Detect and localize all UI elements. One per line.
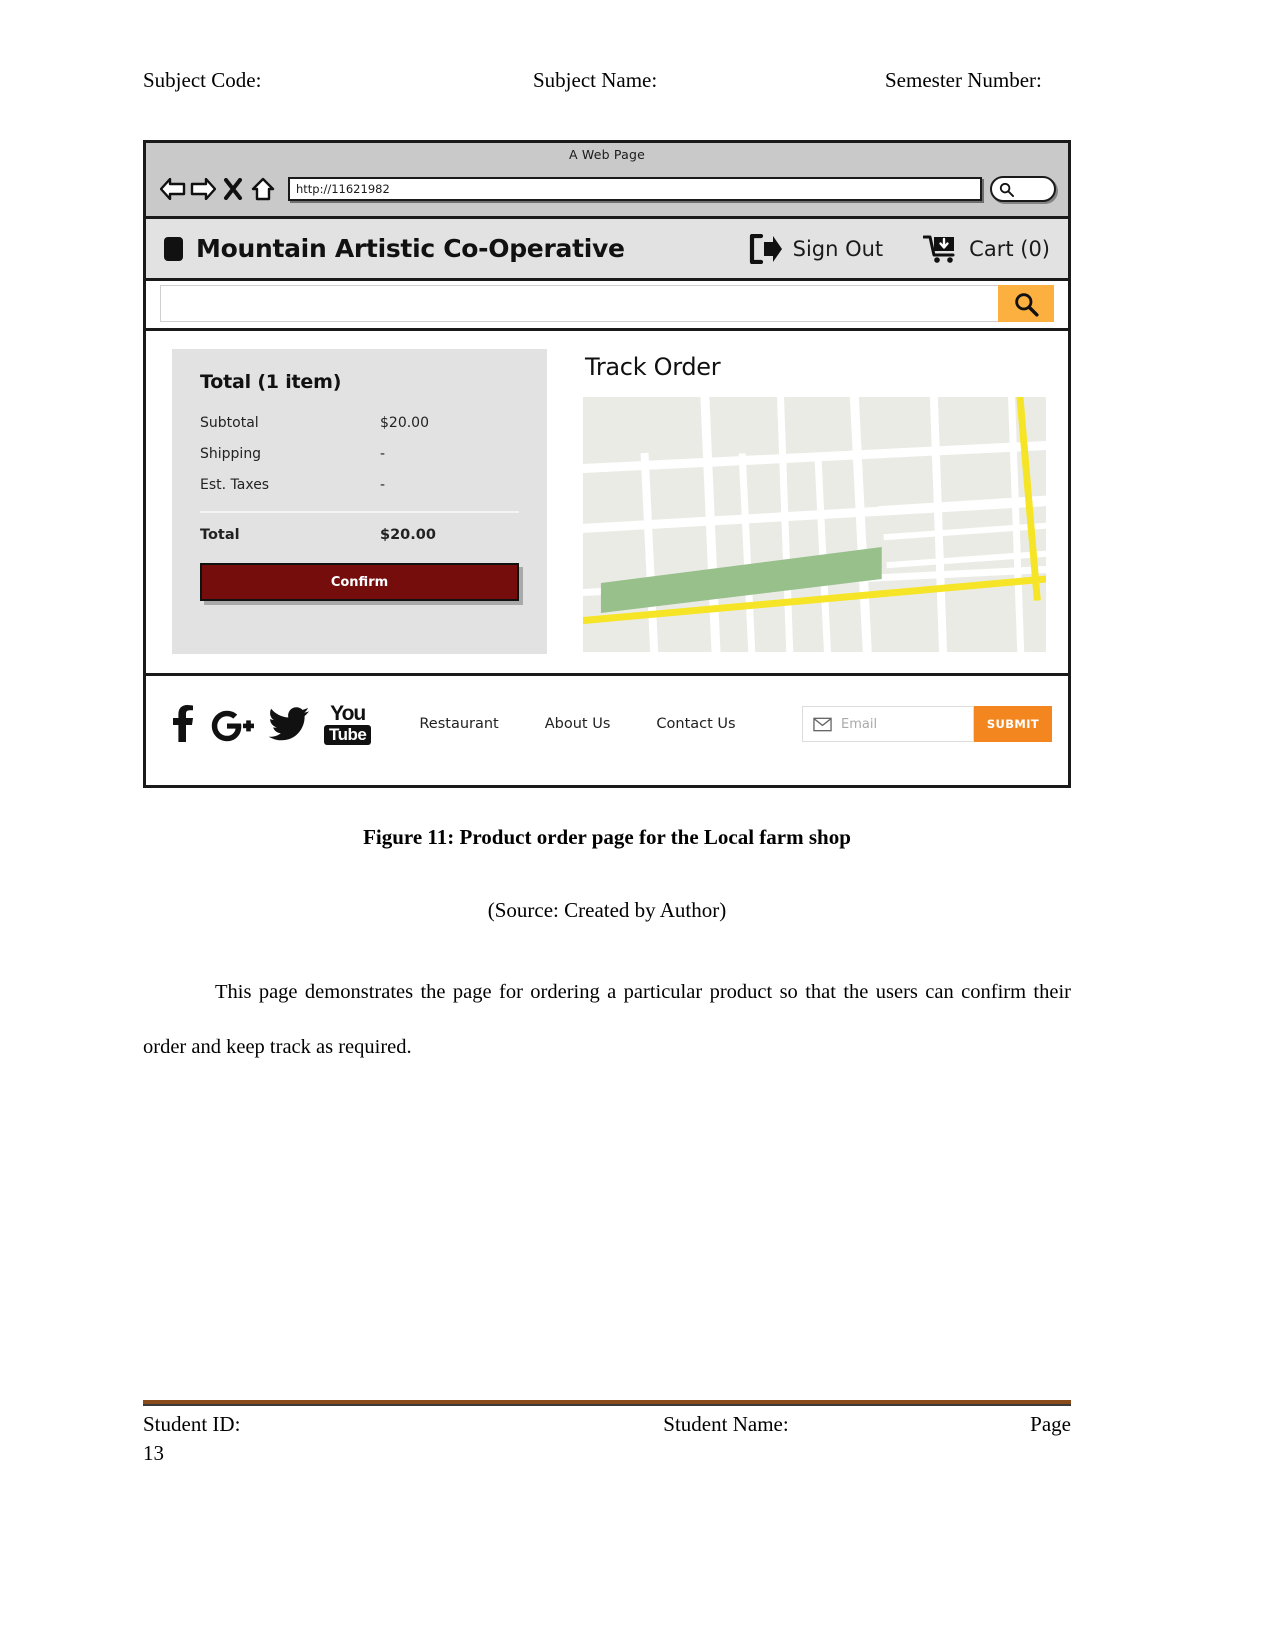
- track-order-title: Track Order: [585, 353, 721, 381]
- subject-code-label: Subject Code:: [143, 68, 262, 92]
- browser-search-box[interactable]: [990, 176, 1056, 202]
- email-field[interactable]: Email: [802, 706, 974, 742]
- back-arrow-icon[interactable]: [158, 174, 188, 204]
- summary-label: Est. Taxes: [200, 477, 270, 493]
- summary-total-label: Total: [200, 527, 240, 543]
- url-bar[interactable]: http://11621982: [288, 177, 982, 201]
- site-footer: You Tube Restaurant About Us Contact Us …: [146, 676, 1068, 772]
- cart-icon: [923, 235, 955, 263]
- sign-out-icon: [749, 233, 782, 264]
- social-links: You Tube: [168, 702, 372, 745]
- summary-total-value: $20.00: [380, 527, 436, 543]
- subject-name-label: Subject Name:: [533, 68, 658, 92]
- footer-link-contact-us[interactable]: Contact Us: [656, 716, 735, 732]
- google-plus-icon[interactable]: [210, 705, 254, 743]
- browser-window-title: A Web Page: [568, 147, 645, 162]
- facebook-icon[interactable]: [168, 705, 196, 743]
- youtube-label-bottom: Tube: [324, 725, 372, 745]
- figure-caption: Figure 11: Product order page for the Lo…: [363, 825, 851, 849]
- site-search-button[interactable]: [998, 285, 1054, 322]
- summary-label: Shipping: [200, 446, 262, 462]
- site-search-bar: [146, 281, 1068, 331]
- footer-link-restaurant[interactable]: Restaurant: [419, 716, 498, 732]
- home-icon[interactable]: [248, 174, 278, 204]
- summary-value: -: [380, 477, 386, 493]
- summary-row-subtotal: Subtotal $20.00: [200, 415, 519, 431]
- summary-row-shipping: Shipping -: [200, 446, 519, 462]
- email-placeholder: Email: [841, 716, 878, 732]
- semester-number-label: Semester Number:: [885, 68, 1042, 92]
- footer-rule-bottom: [143, 1404, 1071, 1406]
- page-number: 13: [143, 1441, 164, 1465]
- summary-label: Subtotal: [200, 415, 259, 431]
- summary-row-total: Total $20.00: [200, 527, 519, 543]
- newsletter-form: Email SUBMIT: [802, 706, 1052, 742]
- youtube-icon[interactable]: You Tube: [324, 702, 372, 745]
- search-icon: [1015, 292, 1039, 317]
- cart-button[interactable]: Cart (0): [923, 234, 1050, 264]
- summary-divider: [200, 511, 519, 513]
- student-id-label: Student ID:: [143, 1412, 241, 1436]
- page-label: Page: [1030, 1412, 1071, 1436]
- document-footer: Student ID: Student Name: Page: [143, 1412, 1071, 1437]
- track-order-map[interactable]: [583, 397, 1046, 652]
- track-order-section: Track Order: [547, 349, 1052, 673]
- confirm-button[interactable]: Confirm: [200, 563, 519, 601]
- summary-row-taxes: Est. Taxes -: [200, 477, 519, 493]
- body-paragraph: This page demonstrates the page for orde…: [143, 981, 1071, 1058]
- footer-links: Restaurant About Us Contact Us: [419, 716, 735, 732]
- student-name-label: Student Name:: [663, 1412, 789, 1436]
- order-summary-panel: Total (1 item) Subtotal $20.00 Shipping …: [172, 349, 547, 654]
- url-text: http://11621982: [296, 182, 390, 196]
- browser-chrome: A Web Page http://11621982: [146, 143, 1068, 219]
- site-header: Mountain Artistic Co-Operative Sign Out …: [146, 219, 1068, 281]
- envelope-icon: [813, 717, 832, 731]
- brand-title: Mountain Artistic Co-Operative: [196, 234, 625, 263]
- browser-wireframe: A Web Page http://11621982 Mountain Arti…: [143, 140, 1071, 788]
- site-search-input[interactable]: [160, 285, 998, 322]
- sign-out-button[interactable]: Sign Out: [749, 233, 884, 264]
- order-summary-title: Total (1 item): [200, 371, 342, 393]
- summary-value: $20.00: [380, 415, 429, 431]
- twitter-icon[interactable]: [268, 706, 310, 742]
- document-header: Subject Code: Subject Name: Semester Num…: [143, 68, 1071, 93]
- youtube-label-top: You: [330, 702, 366, 725]
- page-content: Total (1 item) Subtotal $20.00 Shipping …: [146, 331, 1068, 676]
- map-graphic: [583, 397, 1046, 652]
- summary-value: -: [380, 446, 386, 462]
- cart-label: Cart (0): [969, 236, 1050, 261]
- footer-link-about-us[interactable]: About Us: [545, 716, 611, 732]
- close-x-icon[interactable]: [218, 174, 248, 204]
- brand-logo-icon: [164, 236, 183, 261]
- forward-arrow-icon[interactable]: [188, 174, 218, 204]
- submit-button[interactable]: SUBMIT: [974, 706, 1052, 742]
- figure-source: (Source: Created by Author): [487, 898, 727, 922]
- sign-out-label: Sign Out: [792, 236, 884, 261]
- search-icon: [999, 182, 1014, 197]
